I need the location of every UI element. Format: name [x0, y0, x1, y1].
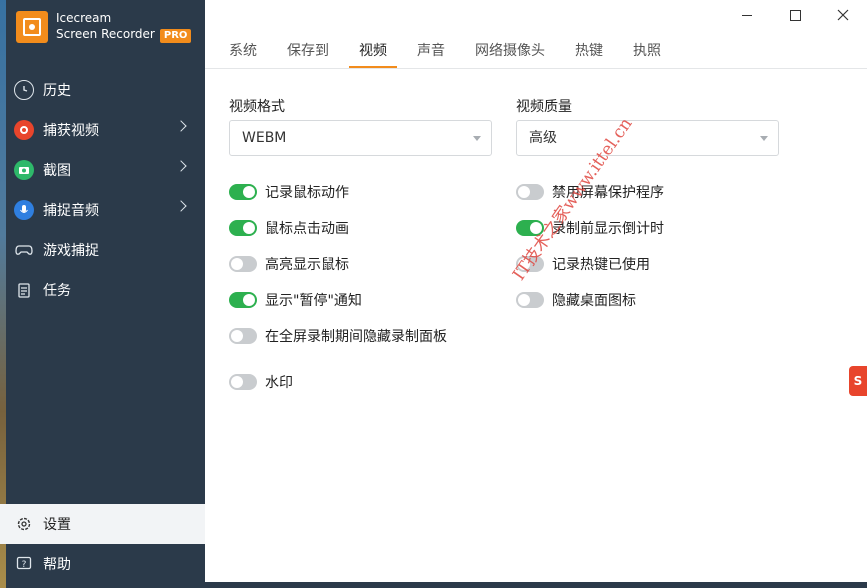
sidebar-item-label: 截图 [43, 163, 71, 179]
option-label: 水印 [265, 375, 293, 391]
option-watermark: 水印 [229, 372, 293, 392]
maximize-button[interactable] [771, 0, 819, 30]
toggle-switch[interactable] [229, 328, 257, 344]
window-controls [723, 0, 867, 30]
video-quality-label: 视频质量 [516, 99, 572, 115]
microphone-icon [14, 200, 34, 220]
tab-system[interactable]: 系统 [229, 40, 257, 68]
option-label: 在全屏录制期间隐藏录制面板 [265, 329, 447, 345]
chevron-right-icon [175, 160, 187, 172]
task-icon [14, 280, 34, 300]
sidebar-item-label: 游戏捕捉 [43, 243, 99, 259]
video-format-select[interactable]: WEBM [229, 120, 492, 156]
tab-video[interactable]: 视频 [349, 40, 397, 68]
gamepad-icon [14, 240, 34, 260]
dropdown-caret-icon [473, 136, 481, 141]
sidebar: Icecream Screen Recorder PRO 历史 捕获视频 截图 [0, 0, 205, 588]
tabs-divider [205, 68, 867, 69]
minimize-button[interactable] [723, 0, 771, 30]
sidebar-item-capture-video[interactable]: 捕获视频 [0, 110, 205, 150]
tab-audio[interactable]: 声音 [417, 40, 445, 68]
tab-save-to[interactable]: 保存到 [287, 40, 329, 68]
settings-panel: 系统 保存到 视频 声音 网络摄像头 热键 执照 视频格式 WEBM 视频质量 … [205, 0, 867, 588]
video-format-value: WEBM [242, 130, 287, 146]
option-label: 鼠标点击动画 [265, 221, 349, 237]
brand-name-line2: Screen Recorder [56, 27, 155, 41]
sidebar-item-label: 任务 [43, 283, 71, 299]
video-quality-select[interactable]: 高级 [516, 120, 779, 156]
help-icon: ? [14, 554, 34, 574]
toggle-switch[interactable] [229, 292, 257, 308]
maximize-icon [789, 9, 801, 21]
option-label: 高亮显示鼠标 [265, 257, 349, 273]
sidebar-item-label: 捕捉音频 [43, 203, 99, 219]
toggle-switch[interactable] [516, 184, 544, 200]
pro-badge: PRO [159, 29, 192, 43]
toggle-switch[interactable] [516, 292, 544, 308]
sidebar-item-settings[interactable]: 设置 [0, 504, 205, 544]
option-record-mouse-movement: 记录鼠标动作 [229, 182, 349, 202]
gear-icon [14, 514, 34, 534]
option-label: 记录鼠标动作 [265, 185, 349, 201]
clock-icon [14, 80, 34, 100]
sidebar-item-screenshot[interactable]: 截图 [0, 150, 205, 190]
sidebar-item-tasks[interactable]: 任务 [0, 270, 205, 310]
sidebar-item-label: 帮助 [43, 557, 71, 573]
sidebar-item-label: 历史 [43, 83, 71, 99]
close-icon [837, 9, 849, 21]
camera-icon [14, 160, 34, 180]
brand-name-line1: Icecream [56, 11, 112, 25]
sidebar-item-label: 设置 [43, 517, 71, 533]
brand-text: Icecream Screen Recorder PRO [56, 10, 192, 43]
app-logo-icon [16, 10, 48, 43]
sidebar-item-capture-audio[interactable]: 捕捉音频 [0, 190, 205, 230]
toggle-switch[interactable] [229, 184, 257, 200]
dropdown-caret-icon [760, 136, 768, 141]
option-label: 记录热键已使用 [552, 257, 650, 273]
sidebar-item-label: 捕获视频 [43, 123, 99, 139]
svg-text:?: ? [22, 560, 27, 570]
option-hide-panel-fullscreen: 在全屏录制期间隐藏录制面板 [229, 326, 447, 346]
tab-hotkeys[interactable]: 热键 [575, 40, 603, 68]
sidebar-nav: 历史 捕获视频 截图 捕捉音频 游戏捕捉 任务 [0, 70, 205, 310]
sidebar-item-game-capture[interactable]: 游戏捕捉 [0, 230, 205, 270]
option-pause-notification: 显示"暂停"通知 [229, 290, 362, 310]
tab-license[interactable]: 执照 [633, 40, 661, 68]
sidebar-item-help[interactable]: ? 帮助 [0, 544, 205, 584]
option-click-animation: 鼠标点击动画 [229, 218, 349, 238]
option-hide-desktop-icons: 隐藏桌面图标 [516, 290, 636, 310]
sidebar-bottom: 设置 ? 帮助 [0, 504, 205, 584]
video-quality-value: 高级 [529, 130, 557, 146]
taskbar-strip [205, 582, 867, 588]
option-label: 显示"暂停"通知 [265, 293, 362, 309]
side-widget-badge[interactable]: S [849, 366, 867, 396]
toggle-switch[interactable] [229, 256, 257, 272]
chevron-right-icon [175, 200, 187, 212]
settings-tabs: 系统 保存到 视频 声音 网络摄像头 热键 执照 [229, 40, 691, 68]
tab-webcam[interactable]: 网络摄像头 [475, 40, 545, 68]
toggle-switch[interactable] [229, 374, 257, 390]
option-label: 隐藏桌面图标 [552, 293, 636, 309]
brand: Icecream Screen Recorder PRO [16, 10, 192, 43]
option-highlight-mouse: 高亮显示鼠标 [229, 254, 349, 274]
record-icon [14, 120, 34, 140]
sidebar-item-history[interactable]: 历史 [0, 70, 205, 110]
close-button[interactable] [819, 0, 867, 30]
minimize-icon [742, 14, 752, 16]
chevron-right-icon [175, 120, 187, 132]
toggle-switch[interactable] [229, 220, 257, 236]
video-format-label: 视频格式 [229, 99, 285, 115]
